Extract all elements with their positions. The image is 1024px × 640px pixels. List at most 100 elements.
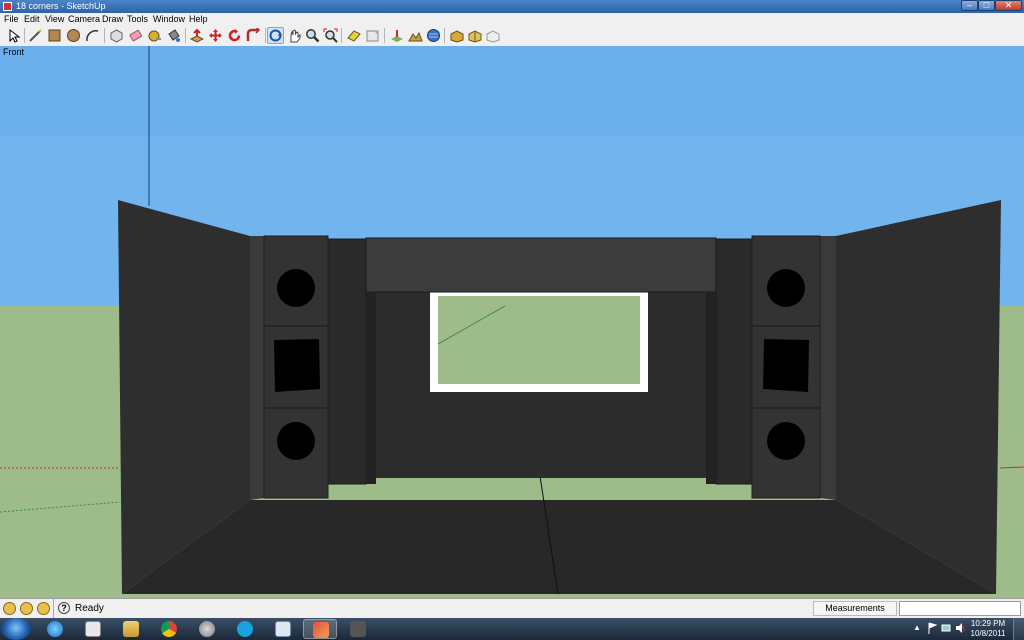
show-desktop-button[interactable] <box>1013 618 1024 640</box>
help-icon[interactable]: ? <box>58 602 70 614</box>
make-component-icon[interactable] <box>109 28 124 43</box>
status-bar: ? Ready Measurements <box>0 598 1024 619</box>
left-woofer-bottom <box>277 422 315 460</box>
system-clock[interactable]: 10:29 PM 10/8/2011 <box>968 619 1008 639</box>
3d-warehouse-icon[interactable] <box>467 28 482 43</box>
menu-tools[interactable]: Tools <box>127 13 148 25</box>
menu-window[interactable]: Window <box>153 13 185 25</box>
camera-icon <box>350 621 366 637</box>
window-title: 18 corners - SketchUp <box>16 1 106 11</box>
network-icon <box>199 621 215 637</box>
toolbar-separator <box>341 28 342 43</box>
toolbar-separator <box>384 28 385 43</box>
user-icon[interactable] <box>37 602 50 615</box>
measurements-input[interactable] <box>899 601 1021 616</box>
move-tool-icon[interactable] <box>208 28 223 43</box>
toolbar-separator <box>265 28 266 43</box>
orbit-tool-icon[interactable] <box>267 27 284 44</box>
clock-date: 10/8/2011 <box>970 629 1006 638</box>
share-model-icon[interactable] <box>449 28 464 43</box>
taskbar-internet-explorer[interactable] <box>38 619 72 639</box>
minimize-button[interactable]: – <box>961 0 978 11</box>
volume-icon[interactable] <box>955 622 966 634</box>
toolbar-separator <box>444 28 445 43</box>
rotate-tool-icon[interactable] <box>227 28 242 43</box>
toolbar-separator <box>24 28 25 43</box>
toolbar-separator <box>185 28 186 43</box>
eraser-tool-icon[interactable] <box>128 28 143 43</box>
taskbar: ▲ 10:29 PM 10/8/2011 <box>0 618 1024 640</box>
select-tool-icon[interactable] <box>6 28 21 43</box>
toggle-terrain-icon[interactable] <box>408 28 423 43</box>
chrome-icon <box>161 621 177 637</box>
folder-icon <box>123 621 139 637</box>
measurements-label: Measurements <box>813 601 897 616</box>
scene-label: Front <box>3 47 25 57</box>
right-pillar-edge <box>706 292 716 484</box>
left-midrange <box>274 339 320 392</box>
section-plane-icon[interactable] <box>365 28 380 43</box>
taskbar-sketchup[interactable] <box>303 619 337 639</box>
skype-icon <box>237 621 253 637</box>
close-button[interactable]: ✕ <box>995 0 1022 11</box>
paint-bucket-icon[interactable] <box>166 28 181 43</box>
action-center-flag-icon[interactable] <box>927 622 938 634</box>
sky-gradient <box>0 46 1024 136</box>
menu-draw[interactable]: Draw <box>102 13 123 25</box>
left-pillar <box>327 238 367 485</box>
credits-icon[interactable] <box>20 602 33 615</box>
network-tray-icon[interactable] <box>941 622 951 634</box>
pan-tool-icon[interactable] <box>287 28 302 43</box>
scene-canvas <box>0 46 1024 598</box>
right-pillar <box>715 238 753 485</box>
3d-viewport[interactable]: Front <box>0 46 1024 598</box>
tray-expand-icon[interactable]: ▲ <box>913 622 923 634</box>
window-view <box>438 296 640 384</box>
right-woofer-top <box>767 269 805 307</box>
get-models-icon[interactable] <box>426 28 441 43</box>
menu-edit[interactable]: Edit <box>24 13 40 25</box>
menu-help[interactable]: Help <box>189 13 208 25</box>
clock-time: 10:29 PM <box>970 619 1006 628</box>
taskbar-chrome[interactable] <box>152 619 186 639</box>
sketchup-icon <box>313 622 329 638</box>
push-pull-icon[interactable] <box>189 28 205 43</box>
header-beam <box>365 237 717 293</box>
line-tool-icon[interactable] <box>28 28 43 43</box>
internet-explorer-icon <box>47 621 63 637</box>
arc-tool-icon[interactable] <box>85 28 100 43</box>
sketchup-app-icon[interactable] <box>3 2 12 11</box>
toolbar-separator <box>104 28 105 43</box>
media-player-icon <box>85 621 101 637</box>
menu-view[interactable]: View <box>45 13 64 25</box>
zoom-extents-icon[interactable] <box>323 28 338 43</box>
left-woofer-top <box>277 269 315 307</box>
texture-tool-icon[interactable] <box>346 28 361 43</box>
follow-me-icon[interactable] <box>246 26 261 43</box>
taskbar-skype[interactable] <box>228 619 262 639</box>
menu-camera[interactable]: Camera <box>68 13 100 25</box>
taskbar-paint[interactable] <box>266 619 300 639</box>
rectangle-tool-icon[interactable] <box>47 28 62 43</box>
start-button[interactable] <box>1 618 31 640</box>
left-speaker-side <box>250 236 264 500</box>
title-bar: 18 corners - SketchUp – □ ✕ <box>0 0 1024 13</box>
maximize-button[interactable]: □ <box>978 0 995 11</box>
right-speaker-side <box>820 236 836 500</box>
right-midrange <box>763 339 809 392</box>
taskbar-explorer[interactable] <box>114 619 148 639</box>
add-location-icon[interactable] <box>389 28 404 43</box>
status-separator <box>53 599 54 619</box>
circle-tool-icon[interactable] <box>66 28 81 43</box>
tape-measure-icon[interactable] <box>147 28 162 43</box>
left-pillar-edge <box>366 292 376 484</box>
zoom-tool-icon[interactable] <box>305 28 320 43</box>
menu-file[interactable]: File <box>4 13 19 25</box>
taskbar-network[interactable] <box>190 619 224 639</box>
geolocation-icon[interactable] <box>3 602 16 615</box>
paint-icon <box>275 621 291 637</box>
taskbar-camera[interactable] <box>341 619 375 639</box>
right-woofer-bottom <box>767 422 805 460</box>
share-component-icon[interactable] <box>485 28 500 43</box>
taskbar-media-player[interactable] <box>76 619 110 639</box>
